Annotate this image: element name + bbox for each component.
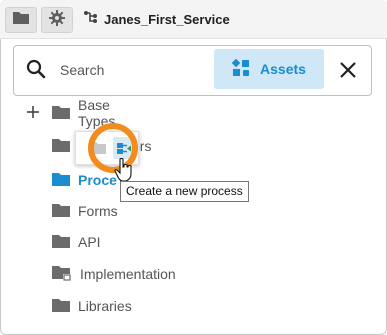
folder-icon: [13, 11, 29, 29]
folder-icon: [52, 234, 70, 251]
gear-icon: [49, 9, 65, 31]
folder-icon: [52, 105, 70, 122]
assets-label: Assets: [260, 61, 306, 77]
tree-item-label: Proce: [78, 172, 117, 188]
top-toolbar: Janes_First_Service: [0, 0, 387, 39]
tooltip: Create a new process: [120, 181, 249, 202]
assets-icon: [231, 58, 250, 80]
folder-icon: [52, 138, 70, 155]
folder-icon: [52, 172, 70, 189]
tree-item-label: Libraries: [78, 298, 132, 314]
tree-item-implementation[interactable]: Implementation: [52, 264, 176, 284]
tree-item-processes[interactable]: Proce: [52, 170, 117, 190]
search-input[interactable]: [60, 58, 210, 82]
assets-filter-button[interactable]: Assets: [214, 49, 324, 89]
tree-item-api[interactable]: API: [52, 232, 101, 252]
service-title[interactable]: Janes_First_Service: [84, 9, 230, 29]
close-icon[interactable]: [338, 60, 358, 80]
folder-link-icon: [52, 265, 72, 284]
folder-icon: [52, 298, 70, 315]
tree-item-label: Forms: [78, 203, 118, 219]
tree-item-base-types[interactable]: Base Types: [52, 97, 115, 129]
tree-item-forms[interactable]: Forms: [52, 201, 118, 221]
search-icon: [26, 59, 46, 84]
tree-item-label: API: [78, 234, 101, 250]
service-branch-icon: [84, 10, 98, 29]
service-name: Janes_First_Service: [104, 11, 230, 27]
folder-view-button[interactable]: [5, 7, 37, 33]
settings-button[interactable]: [41, 7, 73, 33]
plus-icon[interactable]: [27, 105, 39, 118]
folder-icon: [52, 203, 70, 220]
tree-item-label: Implementation: [80, 266, 176, 282]
tree-item-libraries[interactable]: Libraries: [52, 296, 132, 316]
search-bar: Assets: [13, 45, 372, 96]
